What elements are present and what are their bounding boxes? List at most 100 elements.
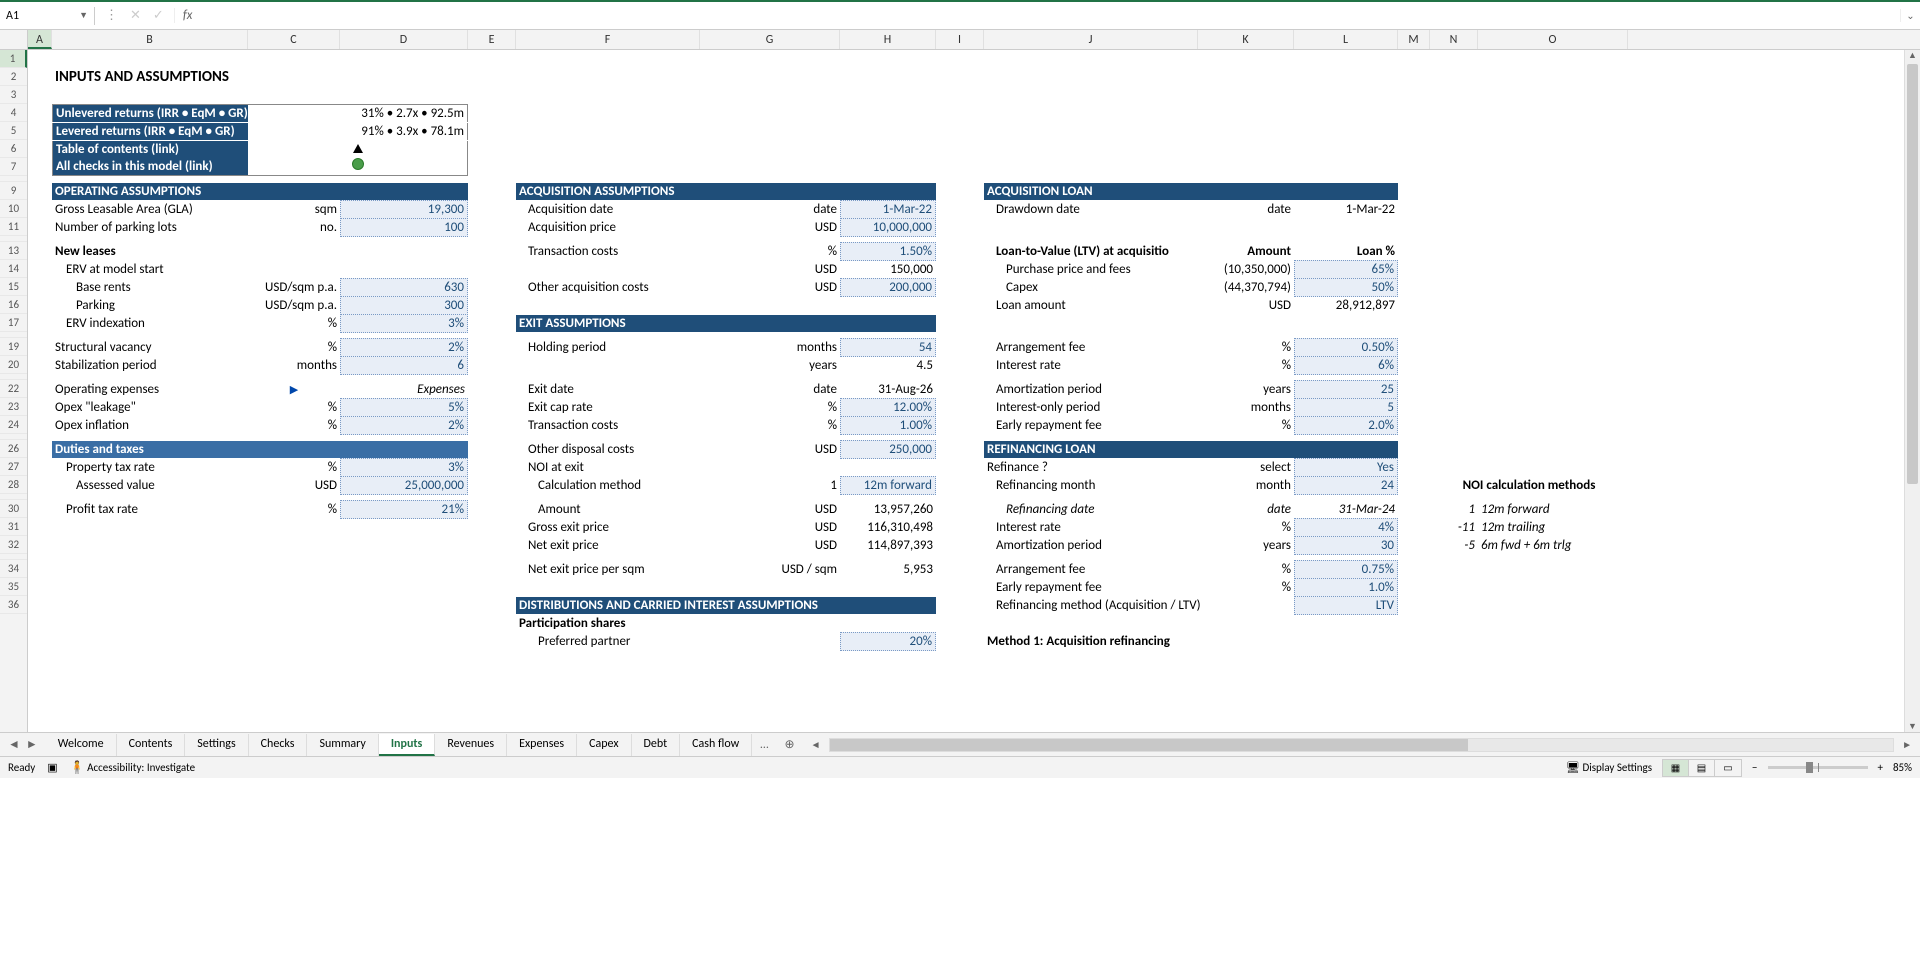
tab-prev-icon[interactable]: ◄ (8, 737, 20, 752)
acq-price-input[interactable]: 10,000,000 (840, 218, 936, 237)
opex-inflation-input[interactable]: 2% (340, 416, 468, 435)
sheet-tab-expenses[interactable]: Expenses (507, 734, 577, 756)
opex-leakage-input[interactable]: 5% (340, 398, 468, 417)
col-header-O[interactable]: O (1478, 30, 1628, 49)
ltv-capex-pct-input[interactable]: 50% (1294, 278, 1398, 297)
row-header[interactable]: 30 (0, 500, 27, 518)
row-header[interactable]: 2 (0, 68, 27, 86)
normal-view-button[interactable]: ▦ (1663, 760, 1689, 776)
row-header[interactable]: 3 (0, 86, 27, 104)
sheet-tab-cash-flow[interactable]: Cash flow (680, 734, 752, 756)
name-box[interactable]: A1 ▼ (0, 7, 95, 25)
row-header[interactable]: 17 (0, 314, 27, 332)
refi-arr-input[interactable]: 0.75% (1294, 560, 1398, 579)
vertical-scrollbar[interactable]: ▲ ▼ (1904, 50, 1920, 732)
erv-index-input[interactable]: 3% (340, 314, 468, 333)
col-header-C[interactable]: C (248, 30, 340, 49)
scroll-up-icon[interactable]: ▲ (1905, 50, 1920, 61)
ltv-purchase-pct-input[interactable]: 65% (1294, 260, 1398, 279)
col-header-K[interactable]: K (1198, 30, 1294, 49)
row-header[interactable]: 5 (0, 122, 27, 140)
formula-input[interactable] (200, 14, 1900, 18)
opex-play-icon[interactable]: ▶ (248, 381, 340, 398)
refi-select-input[interactable]: Yes (1294, 458, 1398, 477)
scrollbar-thumb[interactable] (1907, 64, 1918, 484)
hscroll-left-icon[interactable]: ◄ (807, 738, 825, 751)
accessibility-status[interactable]: 🧍 Accessibility: Investigate (70, 760, 195, 775)
gla-input[interactable]: 19,300 (340, 200, 468, 219)
refi-erp-input[interactable]: 1.0% (1294, 578, 1398, 597)
exit-odc-input[interactable]: 250,000 (840, 440, 936, 459)
col-header-L[interactable]: L (1294, 30, 1398, 49)
row-header[interactable]: 27 (0, 458, 27, 476)
macro-record-icon[interactable]: ▣ (47, 761, 57, 774)
sheet-tab-summary[interactable]: Summary (307, 734, 378, 756)
row-header[interactable]: 1 (0, 50, 27, 68)
hscroll-thumb[interactable] (830, 739, 1468, 751)
row-header[interactable]: 16 (0, 296, 27, 314)
toc-link[interactable]: Table of contents (link) (52, 141, 248, 158)
row-header[interactable]: 28 (0, 476, 27, 494)
scroll-down-icon[interactable]: ▼ (1905, 721, 1920, 732)
row-header[interactable]: 20 (0, 356, 27, 374)
row-header[interactable]: 35 (0, 578, 27, 596)
parking-lots-input[interactable]: 100 (340, 218, 468, 237)
acq-date-input[interactable]: 1-Mar-22 (840, 200, 936, 219)
col-header-G[interactable]: G (700, 30, 840, 49)
row-header[interactable]: 34 (0, 560, 27, 578)
col-header-J[interactable]: J (984, 30, 1198, 49)
page-break-view-button[interactable]: ▭ (1715, 760, 1741, 776)
row-header[interactable]: 13 (0, 242, 27, 260)
col-header-D[interactable]: D (340, 30, 468, 49)
profit-tax-input[interactable]: 21% (340, 500, 468, 519)
col-header-E[interactable]: E (468, 30, 516, 49)
cancel-icon[interactable]: ✕ (130, 8, 141, 23)
checks-link[interactable]: All checks in this model (link) (52, 158, 248, 176)
loan-amort-input[interactable]: 25 (1294, 380, 1398, 399)
row-header[interactable]: 36 (0, 596, 27, 614)
acq-other-input[interactable]: 200,000 (840, 278, 936, 297)
sheet-tab-debt[interactable]: Debt (632, 734, 681, 756)
tab-more[interactable]: … (752, 735, 776, 755)
row-header[interactable]: 15 (0, 278, 27, 296)
refi-month-input[interactable]: 24 (1294, 476, 1398, 495)
select-all-corner[interactable] (0, 30, 28, 49)
row-header[interactable]: 22 (0, 380, 27, 398)
sheet-tab-contents[interactable]: Contents (117, 734, 186, 756)
row-header[interactable]: 11 (0, 218, 27, 236)
col-header-B[interactable]: B (52, 30, 248, 49)
property-tax-input[interactable]: 3% (340, 458, 468, 477)
zoom-in-button[interactable]: + (1878, 761, 1883, 774)
sheet-tab-revenues[interactable]: Revenues (435, 734, 507, 756)
zoom-slider[interactable] (1768, 766, 1868, 769)
spreadsheet-cells[interactable]: INPUTS AND ASSUMPTIONS Unlevered returns… (28, 50, 1904, 732)
display-settings-button[interactable]: 🖥 Display Settings (1566, 761, 1652, 774)
exit-cap-input[interactable]: 12.00% (840, 398, 936, 417)
row-header[interactable]: 26 (0, 440, 27, 458)
enter-icon[interactable]: ✓ (153, 8, 164, 23)
formula-bar-expand-icon[interactable]: ⌄ (1900, 9, 1920, 22)
col-header-I[interactable]: I (936, 30, 984, 49)
loan-int-rate-input[interactable]: 6% (1294, 356, 1398, 375)
struct-vacancy-input[interactable]: 2% (340, 338, 468, 357)
zoom-level[interactable]: 85% (1893, 761, 1912, 774)
row-header[interactable]: 23 (0, 398, 27, 416)
acq-tc-input[interactable]: 1.50% (840, 242, 936, 261)
base-rents-input[interactable]: 630 (340, 278, 468, 297)
loan-erp-input[interactable]: 2.0% (1294, 416, 1398, 435)
loan-io-input[interactable]: 5 (1294, 398, 1398, 417)
parking-erv-input[interactable]: 300 (340, 296, 468, 315)
col-header-H[interactable]: H (840, 30, 936, 49)
fx-icon[interactable]: fx (175, 8, 201, 23)
sheet-tab-welcome[interactable]: Welcome (46, 734, 117, 756)
refi-int-input[interactable]: 4% (1294, 518, 1398, 537)
horizontal-scrollbar[interactable] (829, 738, 1895, 752)
row-header[interactable]: 19 (0, 338, 27, 356)
refi-method-input[interactable]: LTV (1294, 596, 1398, 615)
col-header-M[interactable]: M (1398, 30, 1430, 49)
row-header[interactable]: 7 (0, 158, 27, 176)
hscroll-right-icon[interactable]: ► (1898, 738, 1916, 751)
refi-amort-input[interactable]: 30 (1294, 536, 1398, 555)
loan-arr-fee-input[interactable]: 0.50% (1294, 338, 1398, 357)
tab-nav-buttons[interactable]: ◄ ► (0, 737, 46, 752)
